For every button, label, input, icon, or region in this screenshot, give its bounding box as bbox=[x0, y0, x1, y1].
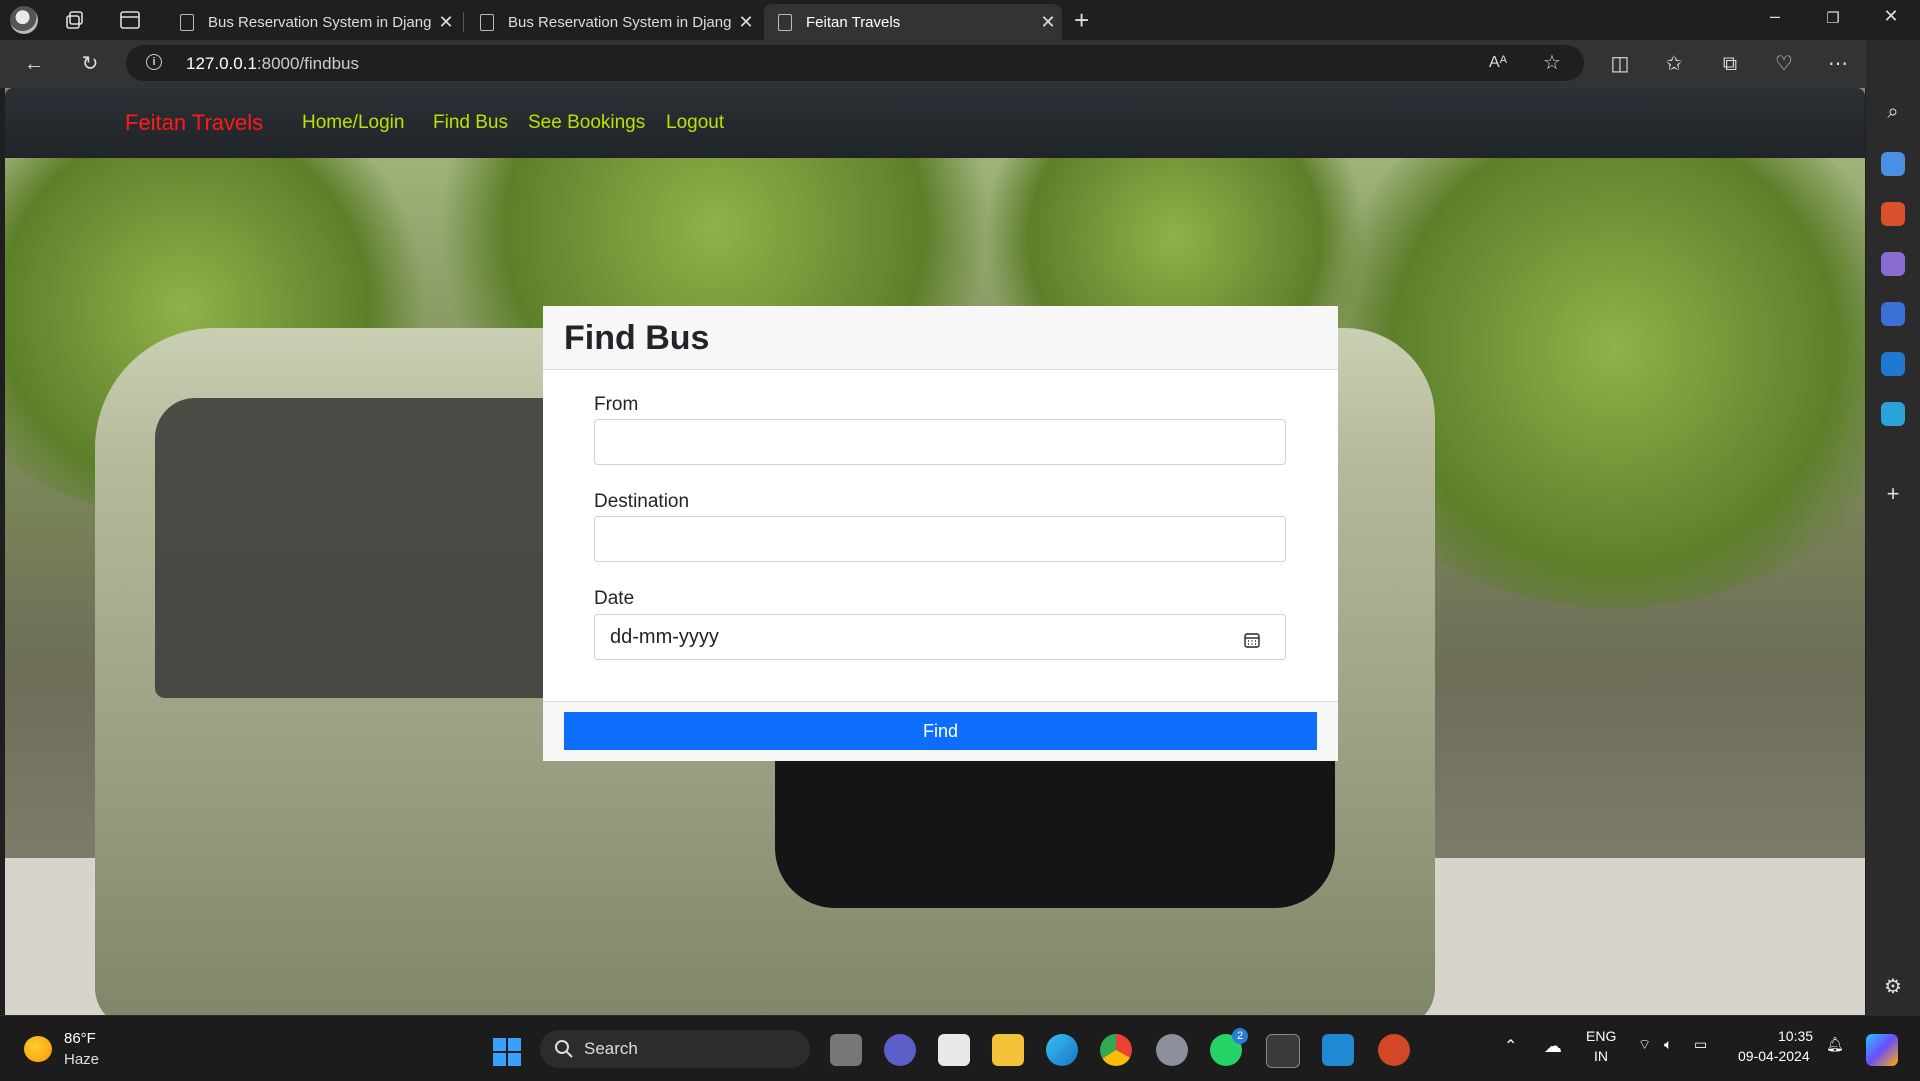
chrome-icon[interactable] bbox=[1100, 1034, 1132, 1066]
tab-divider bbox=[463, 12, 464, 32]
page-icon bbox=[480, 13, 494, 31]
refresh-icon[interactable]: ↻ bbox=[78, 52, 102, 76]
destination-input[interactable] bbox=[594, 516, 1286, 562]
from-input[interactable] bbox=[594, 419, 1286, 465]
close-tab-icon[interactable]: ✕ bbox=[1034, 12, 1062, 33]
store-icon[interactable] bbox=[938, 1034, 970, 1066]
find-bus-card: Find Bus From Destination Date Find bbox=[543, 306, 1338, 761]
calendar-icon[interactable] bbox=[1243, 631, 1261, 649]
weather-icon[interactable] bbox=[24, 1036, 52, 1062]
from-label: From bbox=[594, 394, 639, 415]
tools-icon[interactable] bbox=[1881, 202, 1905, 226]
edge-icon[interactable] bbox=[1046, 1034, 1078, 1066]
minimize-button[interactable]: – bbox=[1760, 6, 1790, 27]
settings-app-icon[interactable] bbox=[1156, 1034, 1188, 1066]
url-text[interactable]: 127.0.0.1:8000/findbus bbox=[186, 54, 359, 74]
nav-logout[interactable]: Logout bbox=[666, 112, 724, 134]
close-tab-icon[interactable]: ✕ bbox=[432, 12, 460, 33]
tab-bus-reservation-2[interactable]: Bus Reservation System in Djang ✕ bbox=[466, 4, 760, 40]
page-viewport: Feitan Travels Home/Login Find Bus See B… bbox=[5, 88, 1865, 1015]
task-view-icon[interactable] bbox=[830, 1034, 862, 1066]
url-path: :8000/findbus bbox=[256, 54, 359, 73]
telegram-icon[interactable] bbox=[1881, 402, 1905, 426]
card-title: Find Bus bbox=[564, 319, 710, 357]
chat-icon[interactable] bbox=[884, 1034, 916, 1066]
copilot-taskbar-icon[interactable] bbox=[1866, 1034, 1898, 1066]
file-explorer-icon[interactable] bbox=[992, 1034, 1024, 1066]
weather-temperature[interactable]: 86°F bbox=[64, 1030, 96, 1047]
windows-taskbar: 86°F Haze Search 2 ⌃ ☁ ENG IN ⌔ 🔈︎ ▭ 10:… bbox=[0, 1015, 1920, 1081]
favorite-star-icon[interactable]: ☆ bbox=[1540, 51, 1564, 75]
profile-avatar[interactable] bbox=[10, 6, 38, 34]
wifi-icon[interactable]: ⌔ bbox=[1638, 1036, 1651, 1054]
collections-icon[interactable]: ⧉ bbox=[1718, 52, 1742, 76]
card-footer: Find bbox=[543, 701, 1338, 761]
browser-titlebar: Bus Reservation System in Djang ✕ Bus Re… bbox=[0, 0, 1920, 40]
new-tab-button[interactable]: + bbox=[1074, 5, 1089, 36]
site-navbar: Feitan Travels Home/Login Find Bus See B… bbox=[5, 88, 1865, 158]
url-host: 127.0.0.1 bbox=[186, 54, 257, 73]
search-label: Search bbox=[584, 1039, 638, 1058]
language-top[interactable]: ENG bbox=[1586, 1028, 1616, 1044]
date-label: Date bbox=[594, 588, 635, 609]
nav-find-bus[interactable]: Find Bus bbox=[433, 112, 508, 134]
back-icon[interactable]: ← bbox=[22, 52, 46, 76]
battery-icon[interactable]: ▭ bbox=[1694, 1036, 1707, 1053]
nav-home-login[interactable]: Home/Login bbox=[302, 112, 404, 134]
tab-title: Bus Reservation System in Djang bbox=[208, 13, 432, 31]
settings-gear-icon[interactable]: ⚙ bbox=[1881, 975, 1905, 999]
vscode-icon[interactable] bbox=[1322, 1034, 1354, 1066]
start-button-icon[interactable] bbox=[493, 1038, 521, 1066]
browser-toolbar: ← ↻ i 127.0.0.1:8000/findbus Aᴬ ☆ ◫ ✩ ⧉ … bbox=[0, 40, 1920, 88]
date-input[interactable] bbox=[594, 614, 1286, 660]
search-icon[interactable]: ⌕ bbox=[1881, 100, 1905, 124]
whatsapp-badge: 2 bbox=[1232, 1028, 1248, 1044]
browser-essentials-icon[interactable]: ♡ bbox=[1772, 52, 1796, 76]
language-bottom[interactable]: IN bbox=[1594, 1048, 1608, 1064]
find-button[interactable]: Find bbox=[564, 712, 1317, 750]
favorites-icon[interactable]: ✩ bbox=[1662, 52, 1686, 76]
workspaces-icon[interactable] bbox=[64, 8, 88, 32]
terminal-icon[interactable] bbox=[1266, 1034, 1300, 1068]
nav-see-bookings[interactable]: See Bookings bbox=[528, 112, 645, 134]
search-icon bbox=[554, 1039, 574, 1059]
show-hidden-icons-chevron-icon[interactable]: ⌃ bbox=[1504, 1036, 1517, 1056]
powerpoint-icon[interactable] bbox=[1378, 1034, 1410, 1066]
edge-sidebar: ⌕ + ⚙ bbox=[1866, 40, 1920, 1015]
close-tab-icon[interactable]: ✕ bbox=[732, 12, 760, 33]
tab-feitan-travels[interactable]: Feitan Travels ✕ bbox=[764, 4, 1062, 40]
outlook-icon[interactable] bbox=[1881, 352, 1905, 376]
page-icon bbox=[778, 13, 792, 31]
games-icon[interactable] bbox=[1881, 252, 1905, 276]
tab-bus-reservation-1[interactable]: Bus Reservation System in Djang ✕ bbox=[166, 4, 460, 40]
notification-bell-icon[interactable]: 🔔︎ bbox=[1826, 1036, 1844, 1053]
clock-time[interactable]: 10:35 bbox=[1778, 1028, 1813, 1044]
page-icon bbox=[180, 13, 194, 31]
read-aloud-icon[interactable]: Aᴬ bbox=[1486, 51, 1510, 75]
tab-title: Feitan Travels bbox=[806, 13, 901, 31]
volume-icon[interactable]: 🔈︎ bbox=[1664, 1036, 1672, 1053]
clock-date[interactable]: 09-04-2024 bbox=[1738, 1048, 1810, 1064]
add-sidebar-app-icon[interactable]: + bbox=[1881, 482, 1905, 506]
site-info-icon[interactable]: i bbox=[146, 54, 162, 70]
close-window-button[interactable]: ✕ bbox=[1876, 6, 1906, 27]
brand-logo[interactable]: Feitan Travels bbox=[125, 110, 263, 136]
tab-title: Bus Reservation System in Djang bbox=[508, 13, 732, 31]
onedrive-icon[interactable]: ☁ bbox=[1544, 1036, 1562, 1057]
split-screen-icon[interactable]: ◫ bbox=[1608, 52, 1632, 76]
copilot-sidebar-icon[interactable] bbox=[1881, 302, 1905, 326]
weather-condition[interactable]: Haze bbox=[64, 1051, 99, 1068]
destination-label: Destination bbox=[594, 491, 690, 512]
taskbar-search[interactable]: Search bbox=[540, 1030, 810, 1068]
more-menu-icon[interactable]: ⋯ bbox=[1826, 52, 1850, 76]
address-bar[interactable]: i 127.0.0.1:8000/findbus Aᴬ ☆ bbox=[126, 45, 1584, 81]
card-header: Find Bus bbox=[543, 306, 1338, 370]
restore-button[interactable]: ❐ bbox=[1818, 9, 1848, 27]
shopping-icon[interactable] bbox=[1881, 152, 1905, 176]
vertical-tabs-icon[interactable] bbox=[118, 8, 142, 32]
